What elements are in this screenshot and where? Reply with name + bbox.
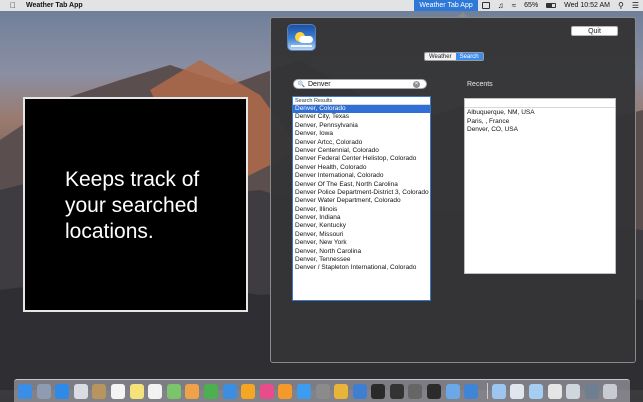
screenshot-stack-icon[interactable] — [547, 383, 562, 399]
search-results-header: Search Results — [293, 97, 430, 105]
search-result-item[interactable]: Denver Federal Center Helistop, Colorado — [293, 155, 430, 163]
search-result-item[interactable]: Denver, Colorado — [293, 105, 430, 114]
volume-icon[interactable]: ♫ — [494, 0, 508, 11]
system-preferences-icon[interactable] — [315, 383, 330, 399]
notification-center-icon[interactable]: ☰ — [628, 0, 643, 11]
activity-monitor-icon[interactable] — [389, 383, 404, 399]
quit-button[interactable]: Quit — [571, 26, 618, 36]
search-result-item[interactable]: Denver International, Colorado — [293, 172, 430, 180]
dock — [14, 379, 630, 402]
finder-icon[interactable] — [18, 383, 32, 399]
recent-location-item[interactable]: Albuquerque, NM, USA — [465, 109, 615, 118]
file-stack-icon[interactable] — [566, 383, 581, 399]
search-result-item[interactable]: Denver, Indiana — [293, 214, 430, 222]
reminders-icon[interactable] — [148, 383, 163, 399]
console-icon[interactable] — [427, 383, 442, 399]
weather-popover: Quit Weather Search 🔍 ✕ Search Results D… — [270, 12, 636, 363]
display-icon[interactable] — [478, 0, 494, 11]
search-icon: 🔍 — [297, 81, 306, 88]
view-segmented-control: Weather Search — [424, 52, 484, 61]
search-result-item[interactable]: Denver, Kentucky — [293, 222, 430, 230]
search-result-item[interactable]: Denver Water Department, Colorado — [293, 197, 430, 205]
instruments-icon[interactable] — [408, 383, 423, 399]
safari-icon[interactable] — [55, 383, 70, 399]
apple-icon[interactable]:  — [9, 1, 17, 10]
search-result-item[interactable]: Denver Artcc, Colorado — [293, 139, 430, 147]
maps-icon[interactable] — [166, 383, 181, 399]
documents-icon[interactable] — [510, 383, 525, 399]
pages-icon[interactable] — [241, 383, 256, 399]
recent-location-item[interactable]: Denver, CO, USA — [465, 126, 615, 135]
recents-list: Albuquerque, NM, USA Paris, , France Denve… — [464, 98, 616, 274]
battery-icon[interactable] — [542, 0, 560, 11]
tab-weather[interactable]: Weather — [425, 53, 456, 60]
recents-title: Recents — [467, 81, 493, 88]
photos-icon[interactable] — [185, 383, 200, 399]
terminal-icon[interactable] — [371, 383, 386, 399]
keynote-icon[interactable] — [222, 383, 237, 399]
search-input[interactable] — [306, 80, 411, 88]
launchpad-icon[interactable] — [36, 383, 51, 399]
downloads-icon[interactable] — [529, 383, 544, 399]
app-menu-name[interactable]: Weather Tab App — [26, 2, 83, 9]
cloud-icon — [299, 36, 313, 43]
search-result-item[interactable]: Denver Police Department-District 3, Col… — [293, 189, 430, 197]
caption-text: Keeps track of your searched locations. — [65, 168, 200, 243]
preview-icon[interactable] — [445, 383, 460, 399]
search-result-item[interactable]: Denver Centennial, Colorado — [293, 147, 430, 155]
search-result-item[interactable]: Denver, Illinois — [293, 206, 430, 214]
tab-search[interactable]: Search — [455, 53, 483, 60]
menu-bar:  Weather Tab App Weather Tab App ♫ ≈ 65… — [0, 0, 643, 11]
results-list-body: Denver, Colorado Denver City, Texas Denver… — [293, 105, 430, 273]
search-result-item[interactable]: Denver, Missouri — [293, 231, 430, 239]
trash-icon[interactable] — [603, 383, 618, 399]
mail-icon[interactable] — [73, 383, 88, 399]
folder-icon[interactable] — [491, 383, 506, 399]
search-result-item[interactable]: Denver, Iowa — [293, 130, 430, 138]
spotlight-icon[interactable]: ⚲ — [614, 0, 628, 11]
notes-icon[interactable] — [129, 383, 144, 399]
weather-tab-app-icon[interactable] — [464, 383, 479, 399]
search-results-list: Search Results Denver, Colorado Denver Ci… — [292, 96, 431, 301]
app-store-icon[interactable] — [296, 383, 311, 399]
recent-location-item[interactable]: Paris, , France — [465, 118, 615, 127]
search-result-item[interactable]: Denver / Stapleton International, Colora… — [293, 264, 430, 272]
itunes-icon[interactable] — [259, 383, 274, 399]
search-result-item[interactable]: Denver Of The East, North Carolina — [293, 181, 430, 189]
clear-search-icon[interactable]: ✕ — [413, 80, 420, 88]
chrome-icon[interactable] — [334, 383, 349, 399]
recents-list-body: Albuquerque, NM, USA Paris, , France Denve… — [465, 108, 615, 135]
dock-separator — [486, 383, 488, 399]
weather-tab-app-status-item[interactable]: Weather Tab App — [414, 0, 478, 11]
battery-percentage[interactable]: 65% — [520, 0, 542, 11]
caption-panel: Keeps track of your searched locations. — [23, 97, 248, 312]
wifi-icon[interactable]: ≈ — [508, 0, 520, 11]
search-result-item[interactable]: Denver Health, Colorado — [293, 164, 430, 172]
search-field: 🔍 ✕ — [293, 79, 427, 89]
xcode-icon[interactable] — [352, 383, 367, 399]
menu-bar-status-area: Weather Tab App ♫ ≈ 65% Wed 10:52 AM ⚲ ☰ — [414, 0, 643, 11]
search-result-item[interactable]: Denver, North Carolina — [293, 248, 430, 256]
numbers-icon[interactable] — [203, 383, 218, 399]
calendar-icon[interactable] — [110, 383, 125, 399]
image-stack-icon[interactable] — [584, 383, 599, 399]
recents-header — [465, 99, 615, 108]
weather-app-icon — [287, 24, 316, 51]
contacts-icon[interactable] — [92, 383, 107, 399]
search-result-item[interactable]: Denver, New York — [293, 239, 430, 247]
clock[interactable]: Wed 10:52 AM — [560, 0, 614, 11]
icon-strip — [291, 45, 312, 47]
search-result-item[interactable]: Denver, Pennsylvania — [293, 122, 430, 130]
search-result-item[interactable]: Denver City, Texas — [293, 113, 430, 121]
popover-arrow — [457, 12, 469, 18]
ibooks-icon[interactable] — [278, 383, 293, 399]
search-result-item[interactable]: Denver, Tennessee — [293, 256, 430, 264]
